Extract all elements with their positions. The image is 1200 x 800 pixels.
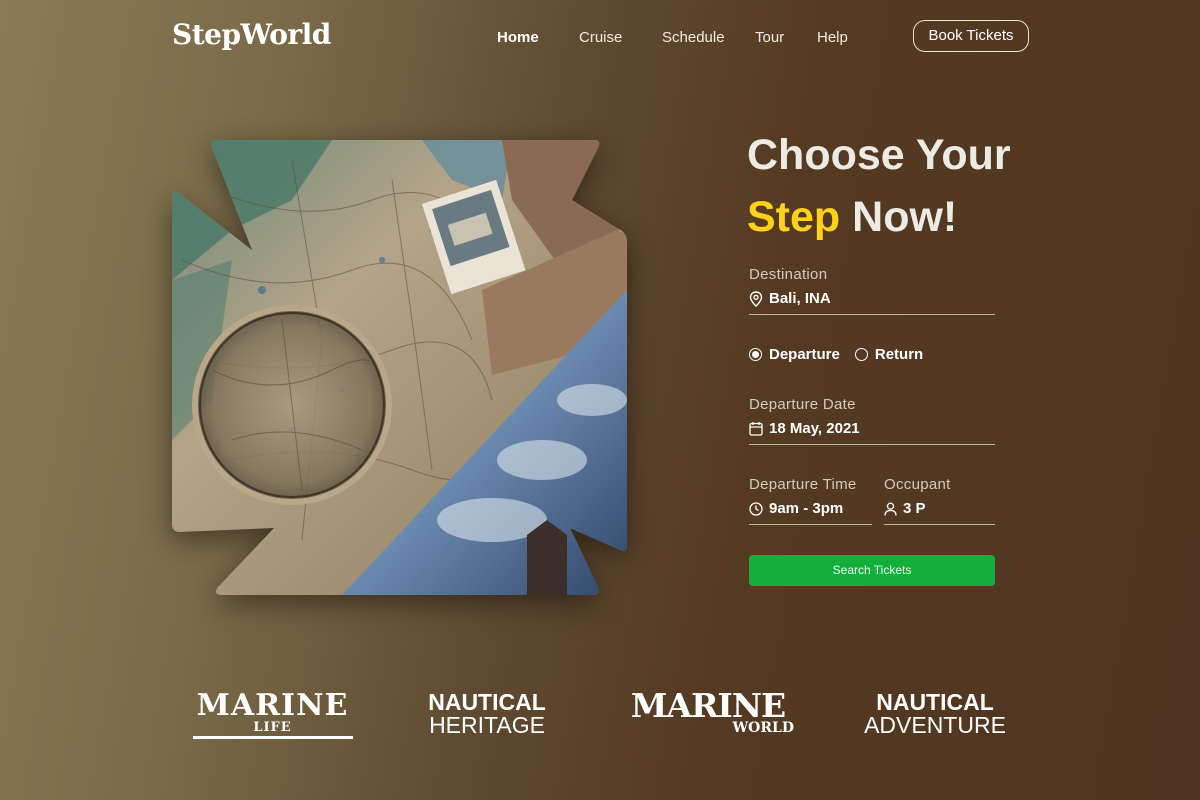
departure-date-field[interactable]: 18 May, 2021 xyxy=(749,420,860,437)
departure-time-underline xyxy=(749,524,872,525)
nav-link-cruise[interactable]: Cruise xyxy=(579,29,662,46)
brand-4-line1: NAUTICAL xyxy=(876,689,994,715)
occupant-field[interactable]: 3 P xyxy=(884,500,926,517)
location-pin-icon xyxy=(749,290,763,307)
radio-return-label: Return xyxy=(874,346,924,363)
nav-link-schedule[interactable]: Schedule xyxy=(662,29,755,46)
destination-label: Destination xyxy=(749,266,828,283)
destination-field[interactable]: Bali, INA xyxy=(749,290,831,307)
clock-icon xyxy=(749,501,763,516)
departure-time-field[interactable]: 9am - 3pm xyxy=(749,500,843,517)
radio-departure-indicator[interactable] xyxy=(749,348,762,361)
occupant-label: Occupant xyxy=(884,476,951,493)
nav-link-help[interactable]: Help xyxy=(817,29,877,46)
nav-links: Home Cruise Schedule Tour Help xyxy=(497,29,877,46)
nav-link-home[interactable]: Home xyxy=(497,29,579,46)
brand-1-underline xyxy=(192,736,353,739)
occupant-value: 3 P xyxy=(903,500,926,517)
radio-return-indicator[interactable] xyxy=(854,348,868,361)
departure-time-label: Departure Time xyxy=(749,476,857,493)
destination-value: Bali, INA xyxy=(769,290,831,307)
departure-date-value: 18 May, 2021 xyxy=(769,420,860,437)
site-logo[interactable]: StepWorld xyxy=(172,18,331,51)
destination-underline xyxy=(749,314,995,315)
search-tickets-button[interactable]: Search Tickets xyxy=(749,555,995,586)
map-collage-illustration xyxy=(172,140,627,595)
nav-link-tour[interactable]: Tour xyxy=(755,29,817,46)
occupant-underline xyxy=(884,524,995,525)
brand-logo-marine-life: MARINE LIFE xyxy=(190,690,355,739)
calendar-icon xyxy=(749,422,763,436)
brand-2-line2: HERITAGE xyxy=(429,712,545,738)
brand-4-line2: ADVENTURE xyxy=(864,712,1006,738)
hero-map-image xyxy=(172,140,627,595)
departure-time-value: 9am - 3pm xyxy=(769,500,844,517)
book-tickets-button[interactable]: Book Tickets xyxy=(913,20,1029,52)
headline-line1: Choose Your xyxy=(747,131,1011,179)
hero-headline: Choose Your Step Now! xyxy=(747,124,1011,248)
headline-line2: Step Now! xyxy=(747,186,1011,248)
brand-1-line2: LIFE xyxy=(253,720,292,735)
person-icon xyxy=(884,502,897,516)
radio-departure[interactable]: Departure xyxy=(749,346,840,363)
brand-2-line1: NAUTICAL xyxy=(428,689,546,715)
brand-3-line1: MARINE xyxy=(630,686,786,725)
departure-date-underline xyxy=(749,444,995,445)
headline-line2-rest: Now! xyxy=(840,193,958,241)
trip-type-selector: Departure Return xyxy=(749,346,938,363)
brand-1-line1: MARINE xyxy=(196,688,349,723)
radio-departure-label: Departure xyxy=(769,346,840,363)
brand-logo-marine-world: MARINE WORLD xyxy=(620,686,796,735)
departure-date-label: Departure Date xyxy=(749,396,856,413)
brand-logo-nautical-adventure: NAUTICAL ADVENTURE xyxy=(858,689,1012,738)
headline-accent-word: Step xyxy=(747,193,841,241)
radio-return[interactable]: Return xyxy=(854,346,924,363)
top-navigation: StepWorld Home Cruise Schedule Tour Help… xyxy=(0,0,1200,80)
brand-logo-nautical-heritage: NAUTICAL HERITAGE xyxy=(416,689,558,738)
